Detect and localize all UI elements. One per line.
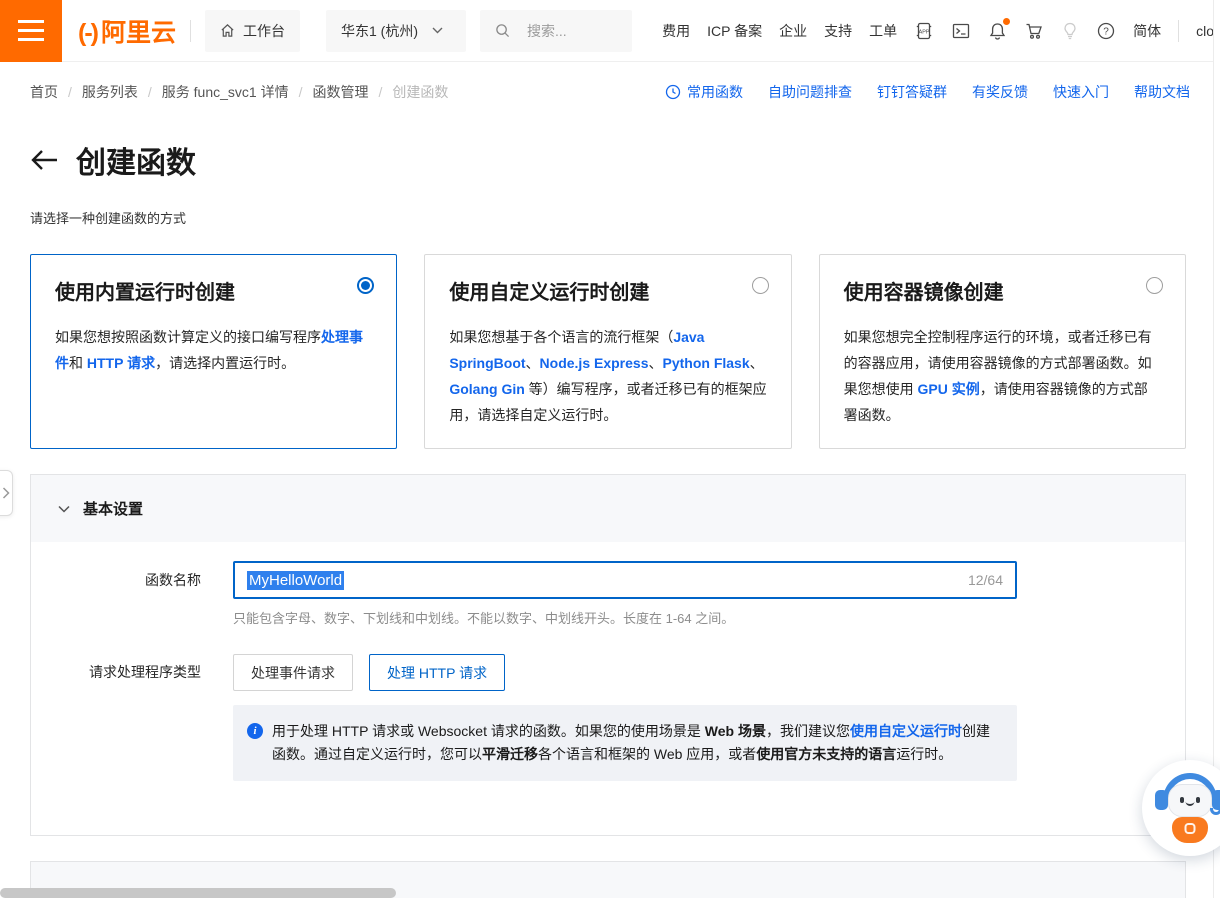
panel-expand-handle[interactable] [0,470,13,516]
help-links: 常用函数 自助问题排查 钉钉答疑群 有奖反馈 快速入门 帮助文档 [665,82,1190,102]
card-description: 如果您想基于各个语言的流行框架（Java SpringBoot、Node.js … [449,324,766,428]
chevron-down-icon [432,27,443,34]
vertical-scrollbar-track[interactable] [1213,0,1220,898]
workbench-label: 工作台 [243,21,285,41]
page-title: 创建函数 [76,138,196,182]
topbar-link-billing[interactable]: 费用 [662,21,690,41]
card-custom-runtime[interactable]: 使用自定义运行时创建 如果您想基于各个语言的流行框架（Java SpringBo… [424,254,791,449]
card-description: 如果您想完全控制程序运行的环境，或者迁移已有的容器应用，请使用容器镜像的方式部署… [844,324,1161,428]
breadcrumb-separator: / [68,84,72,100]
breadcrumb-function-management[interactable]: 函数管理 [313,82,369,102]
radio-container-image[interactable] [1146,277,1163,294]
handle-event-request-button[interactable]: 处理事件请求 [233,654,353,691]
svg-text:?: ? [1103,26,1109,37]
radio-custom-runtime[interactable] [752,277,769,294]
aliyun-logo[interactable]: (-) 阿里云 [78,13,176,49]
breadcrumb-home[interactable]: 首页 [30,82,58,102]
back-arrow-icon [30,149,58,171]
language-selector[interactable]: 简体 [1133,21,1161,41]
function-name-hint: 只能包含字母、数字、下划线和中划线。不能以数字、中划线开头。长度在 1-64 之… [233,608,1017,627]
app-download-icon[interactable]: APP [914,21,934,41]
notifications-bell-icon[interactable] [988,21,1007,41]
topbar-link-enterprise[interactable]: 企业 [779,21,807,41]
function-name-input[interactable]: MyHelloWorld 12/64 [233,561,1017,599]
breadcrumb-current: 创建函数 [392,82,448,102]
top-nav-bar: (-) 阿里云 工作台 华东1 (杭州) 搜索... 费用 ICP 备案 企业 … [0,0,1220,62]
topbar-link-support[interactable]: 支持 [824,21,852,41]
section-title: 基本设置 [83,498,143,519]
chevron-right-icon [2,487,10,499]
breadcrumb-separator: / [148,84,152,100]
page-subtitle: 请选择一种创建函数的方式 [30,208,1190,227]
workbench-button[interactable]: 工作台 [205,10,300,52]
horizontal-scrollbar-thumb[interactable] [0,888,396,898]
topbar-right-menu: 费用 ICP 备案 企业 支持 工单 APP ? 简体 clo [662,20,1220,42]
topbar-link-icp[interactable]: ICP 备案 [707,21,762,41]
quick-start-link[interactable]: 快速入门 [1053,82,1109,102]
divider [1178,20,1179,42]
card-title: 使用自定义运行时创建 [449,276,766,305]
search-placeholder: 搜索... [527,21,567,41]
self-troubleshooting-link[interactable]: 自助问题排查 [768,82,852,102]
creation-method-cards: 使用内置运行时创建 如果您想按照函数计算定义的接口编写程序处理事件和 HTTP … [30,254,1186,449]
cart-icon[interactable] [1024,21,1044,41]
lightbulb-icon[interactable] [1061,21,1079,41]
breadcrumb-separator: / [379,84,383,100]
http-handler-infobox: i 用于处理 HTTP 请求或 Websocket 请求的函数。如果您的使用场景… [233,705,1017,781]
topbar-link-ticket[interactable]: 工单 [869,21,897,41]
global-search-input[interactable]: 搜索... [480,10,632,52]
breadcrumb-service-detail[interactable]: 服务 func_svc1 详情 [162,82,289,102]
handle-http-request-button[interactable]: 处理 HTTP 请求 [369,654,505,691]
aliyun-logo-mark: (-) [78,19,97,48]
clock-icon [665,84,681,100]
card-title: 使用容器镜像创建 [844,276,1161,305]
cloudshell-icon[interactable] [951,21,971,41]
collapse-chevron-icon [58,505,70,513]
common-functions-link[interactable]: 常用函数 [665,82,743,102]
char-counter: 12/64 [968,572,1003,588]
info-icon: i [247,723,263,739]
basic-settings-header[interactable]: 基本设置 [31,475,1185,542]
breadcrumb-service-list[interactable]: 服务列表 [82,82,138,102]
infobox-text: 用于处理 HTTP 请求或 Websocket 请求的函数。如果您的使用场景是 … [272,720,1001,766]
card-description: 如果您想按照函数计算定义的接口编写程序处理事件和 HTTP 请求，请选择内置运行… [55,324,372,376]
page-header: 创建函数 请选择一种创建函数的方式 [0,122,1220,227]
function-name-value: MyHelloWorld [247,571,344,590]
card-container-image[interactable]: 使用容器镜像创建 如果您想完全控制程序运行的环境，或者迁移已有的容器应用，请使用… [819,254,1186,449]
svg-text:APP: APP [919,29,930,35]
basic-settings-section: 基本设置 函数名称 MyHelloWorld 12/64 只能包含字母、数字、下… [30,474,1186,836]
region-selector[interactable]: 华东1 (杭州) [326,10,466,52]
breadcrumb-row: 首页 / 服务列表 / 服务 func_svc1 详情 / 函数管理 / 创建函… [0,62,1220,122]
dingtalk-group-link[interactable]: 钉钉答疑群 [877,82,947,102]
card-builtin-runtime[interactable]: 使用内置运行时创建 如果您想按照函数计算定义的接口编写程序处理事件和 HTTP … [30,254,397,449]
help-docs-link[interactable]: 帮助文档 [1134,82,1190,102]
breadcrumb: 首页 / 服务列表 / 服务 func_svc1 详情 / 函数管理 / 创建函… [30,82,448,102]
breadcrumb-separator: / [299,84,303,100]
divider [190,20,191,42]
back-button[interactable] [30,149,58,171]
account-name-partial[interactable]: clo [1196,23,1214,39]
handler-type-label: 请求处理程序类型 [31,654,201,691]
notification-dot [1003,18,1010,25]
home-icon [220,23,235,38]
help-question-icon[interactable]: ? [1096,21,1116,41]
aliyun-logo-text: 阿里云 [101,13,176,49]
function-name-label: 函数名称 [31,561,201,627]
hamburger-menu-button[interactable] [0,0,62,62]
search-icon [495,23,510,38]
card-title: 使用内置运行时创建 [55,276,372,305]
region-label: 华东1 (杭州) [341,21,418,41]
feedback-link[interactable]: 有奖反馈 [972,82,1028,102]
